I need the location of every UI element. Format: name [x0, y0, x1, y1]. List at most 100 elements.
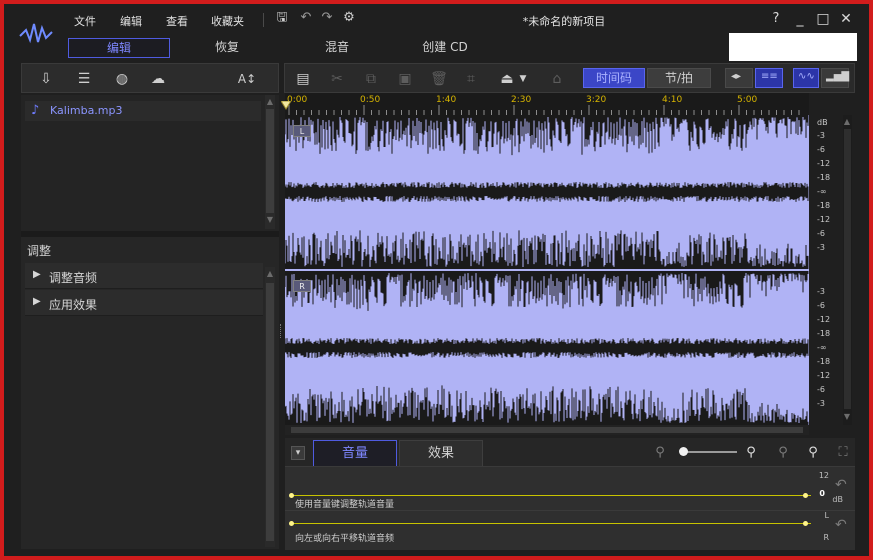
- import-list-icon[interactable]: ☰: [74, 70, 94, 88]
- left-channel-tag[interactable]: L: [293, 125, 311, 137]
- help-button[interactable]: ?: [767, 10, 785, 28]
- spectrum-icon: ▂▅▇: [826, 71, 850, 82]
- trim-icon[interactable]: ⌗: [461, 70, 481, 88]
- scroll-down-icon[interactable]: ▼: [842, 412, 852, 421]
- envelope-point[interactable]: [289, 521, 294, 526]
- db-label: -3: [817, 131, 825, 140]
- envelope-point[interactable]: [289, 493, 294, 498]
- scroll-up-icon[interactable]: ▲: [265, 269, 275, 278]
- menu-view[interactable]: 查看: [166, 13, 188, 29]
- apply-effects-row[interactable]: ▶ 应用效果: [25, 290, 263, 316]
- waveform-hscroll[interactable]: [285, 425, 809, 435]
- zoom-out-horizontal-icon[interactable]: ⚲: [652, 445, 668, 461]
- tick-label: 1:40: [436, 95, 457, 105]
- marker-icon[interactable]: ⌂: [547, 70, 567, 88]
- tracks-view-button[interactable]: ≡≡: [755, 68, 783, 88]
- waveform-view-button[interactable]: ∿∿: [793, 68, 819, 88]
- dropdown-icon[interactable]: ▼: [517, 70, 529, 88]
- pan-envelope-lane[interactable]: 向左或向右平移轨道音频 L R ↶: [285, 510, 855, 550]
- volume-scale-unit: dB: [832, 495, 843, 504]
- file-list-item[interactable]: ♪ Kalimba.mp3: [25, 101, 261, 121]
- timeline-ruler[interactable]: 0:00 0:50 1:40 2:30 3:20 4:10 5:00: [281, 93, 809, 115]
- db-label: -6: [817, 229, 825, 238]
- db-label: -6: [817, 145, 825, 154]
- scroll-thumb[interactable]: [266, 283, 274, 541]
- envelope-point[interactable]: [803, 521, 808, 526]
- cut-icon[interactable]: ✂: [327, 70, 347, 88]
- tab-restore[interactable]: 恢复: [180, 38, 274, 58]
- envelope-point[interactable]: [803, 493, 808, 498]
- scroll-down-icon[interactable]: ▼: [265, 215, 275, 224]
- globe-icon[interactable]: ◍: [112, 70, 132, 88]
- scroll-up-icon[interactable]: ▲: [842, 117, 852, 126]
- db-label: -12: [817, 315, 831, 324]
- reset-icon[interactable]: ↶: [835, 477, 847, 493]
- waveform-canvas: [285, 115, 809, 425]
- spectrum-view-button[interactable]: ▂▅▇: [821, 68, 849, 88]
- adjust-audio-row[interactable]: ▶ 调整音频: [25, 263, 263, 289]
- db-label: -18: [817, 201, 831, 210]
- apply-effects-label: 应用效果: [49, 298, 98, 312]
- properties-icon[interactable]: ▤: [293, 70, 313, 88]
- menu-divider: [263, 13, 264, 27]
- beat-button[interactable]: 节/拍: [647, 68, 711, 88]
- tab-create-cd[interactable]: 创建 CD: [398, 38, 492, 58]
- playhead-icon[interactable]: [281, 101, 293, 113]
- volume-scale-top: 12: [818, 471, 829, 480]
- fit-width-button[interactable]: ◂▸: [725, 68, 753, 88]
- scroll-thumb[interactable]: [844, 129, 851, 409]
- save-icon[interactable]: 🖫: [275, 11, 289, 25]
- db-label: -12: [817, 215, 831, 224]
- copy-icon[interactable]: ⧉: [361, 70, 381, 88]
- paste-icon[interactable]: ▣: [395, 70, 415, 88]
- zoom-slider[interactable]: [679, 447, 737, 456]
- db-label: -3: [817, 399, 825, 408]
- tab-mix[interactable]: 混音: [290, 38, 384, 58]
- menu-favorites[interactable]: 收藏夹: [211, 13, 244, 29]
- right-channel-tag[interactable]: R: [293, 280, 311, 292]
- redo-icon[interactable]: ↷: [320, 11, 334, 25]
- zoom-in-vertical-icon[interactable]: ⚲: [805, 445, 821, 461]
- close-button[interactable]: ✕: [837, 10, 855, 28]
- zoom-in-horizontal-icon[interactable]: ⚲: [743, 445, 759, 461]
- volume-envelope-lane[interactable]: 使用音量键调整轨道音量 12 0 dB ↶: [285, 466, 855, 510]
- scroll-thumb[interactable]: [266, 109, 274, 213]
- menu-file[interactable]: 文件: [74, 13, 96, 29]
- maximize-button[interactable]: □: [814, 10, 832, 28]
- import-icon[interactable]: ⇩: [36, 70, 56, 88]
- tab-effects[interactable]: 效果: [399, 440, 483, 466]
- library-toolbar: ⇩ ☰ ◍ ☁ A↕: [21, 63, 279, 93]
- delete-icon[interactable]: 🗑: [429, 70, 449, 88]
- waveform-area[interactable]: L R: [285, 115, 809, 425]
- volume-envelope-line[interactable]: [291, 495, 811, 496]
- cloud-icon[interactable]: ☁: [148, 70, 168, 88]
- text-size-icon[interactable]: A↕: [232, 70, 262, 88]
- minimize-button[interactable]: _: [791, 10, 809, 28]
- scroll-up-icon[interactable]: ▲: [265, 97, 275, 106]
- scroll-thumb[interactable]: [291, 427, 803, 433]
- file-list-scrollbar[interactable]: ▲ ▼: [265, 95, 275, 229]
- record-icon[interactable]: ⏏: [497, 70, 517, 88]
- undo-icon[interactable]: ↶: [299, 11, 313, 25]
- pan-scale-top: L: [824, 511, 829, 520]
- reset-icon[interactable]: ↶: [835, 517, 847, 533]
- zoom-out-vertical-icon[interactable]: ⚲: [775, 445, 791, 461]
- tick-label: 2:30: [511, 95, 532, 105]
- expand-icon: ▶: [33, 296, 41, 307]
- timecode-button[interactable]: 时间码: [583, 68, 645, 88]
- db-scale: dB -3 -6 -12 -18 -∞ -18 -12 -6 -3 -3 -6 -12 -18 -∞ -1…: [809, 115, 855, 425]
- zoom-slider-knob[interactable]: [679, 447, 688, 456]
- tab-edit[interactable]: 编辑: [68, 38, 170, 58]
- fit-icon[interactable]: ⛶: [835, 445, 851, 461]
- db-label: -∞: [817, 343, 827, 352]
- side-splitter[interactable]: [280, 324, 283, 338]
- waveform-vscroll[interactable]: ▲ ▼: [843, 115, 852, 425]
- tab-volume[interactable]: 音量: [313, 440, 397, 466]
- expand-icon: ▶: [33, 269, 41, 280]
- adjust-scrollbar[interactable]: ▲: [265, 267, 275, 547]
- menu-edit[interactable]: 编辑: [120, 13, 142, 29]
- collapse-icon[interactable]: ▾: [291, 446, 305, 460]
- tick-label: 3:20: [586, 95, 607, 105]
- settings-icon[interactable]: ⚙: [342, 11, 356, 25]
- pan-envelope-line[interactable]: [291, 523, 811, 524]
